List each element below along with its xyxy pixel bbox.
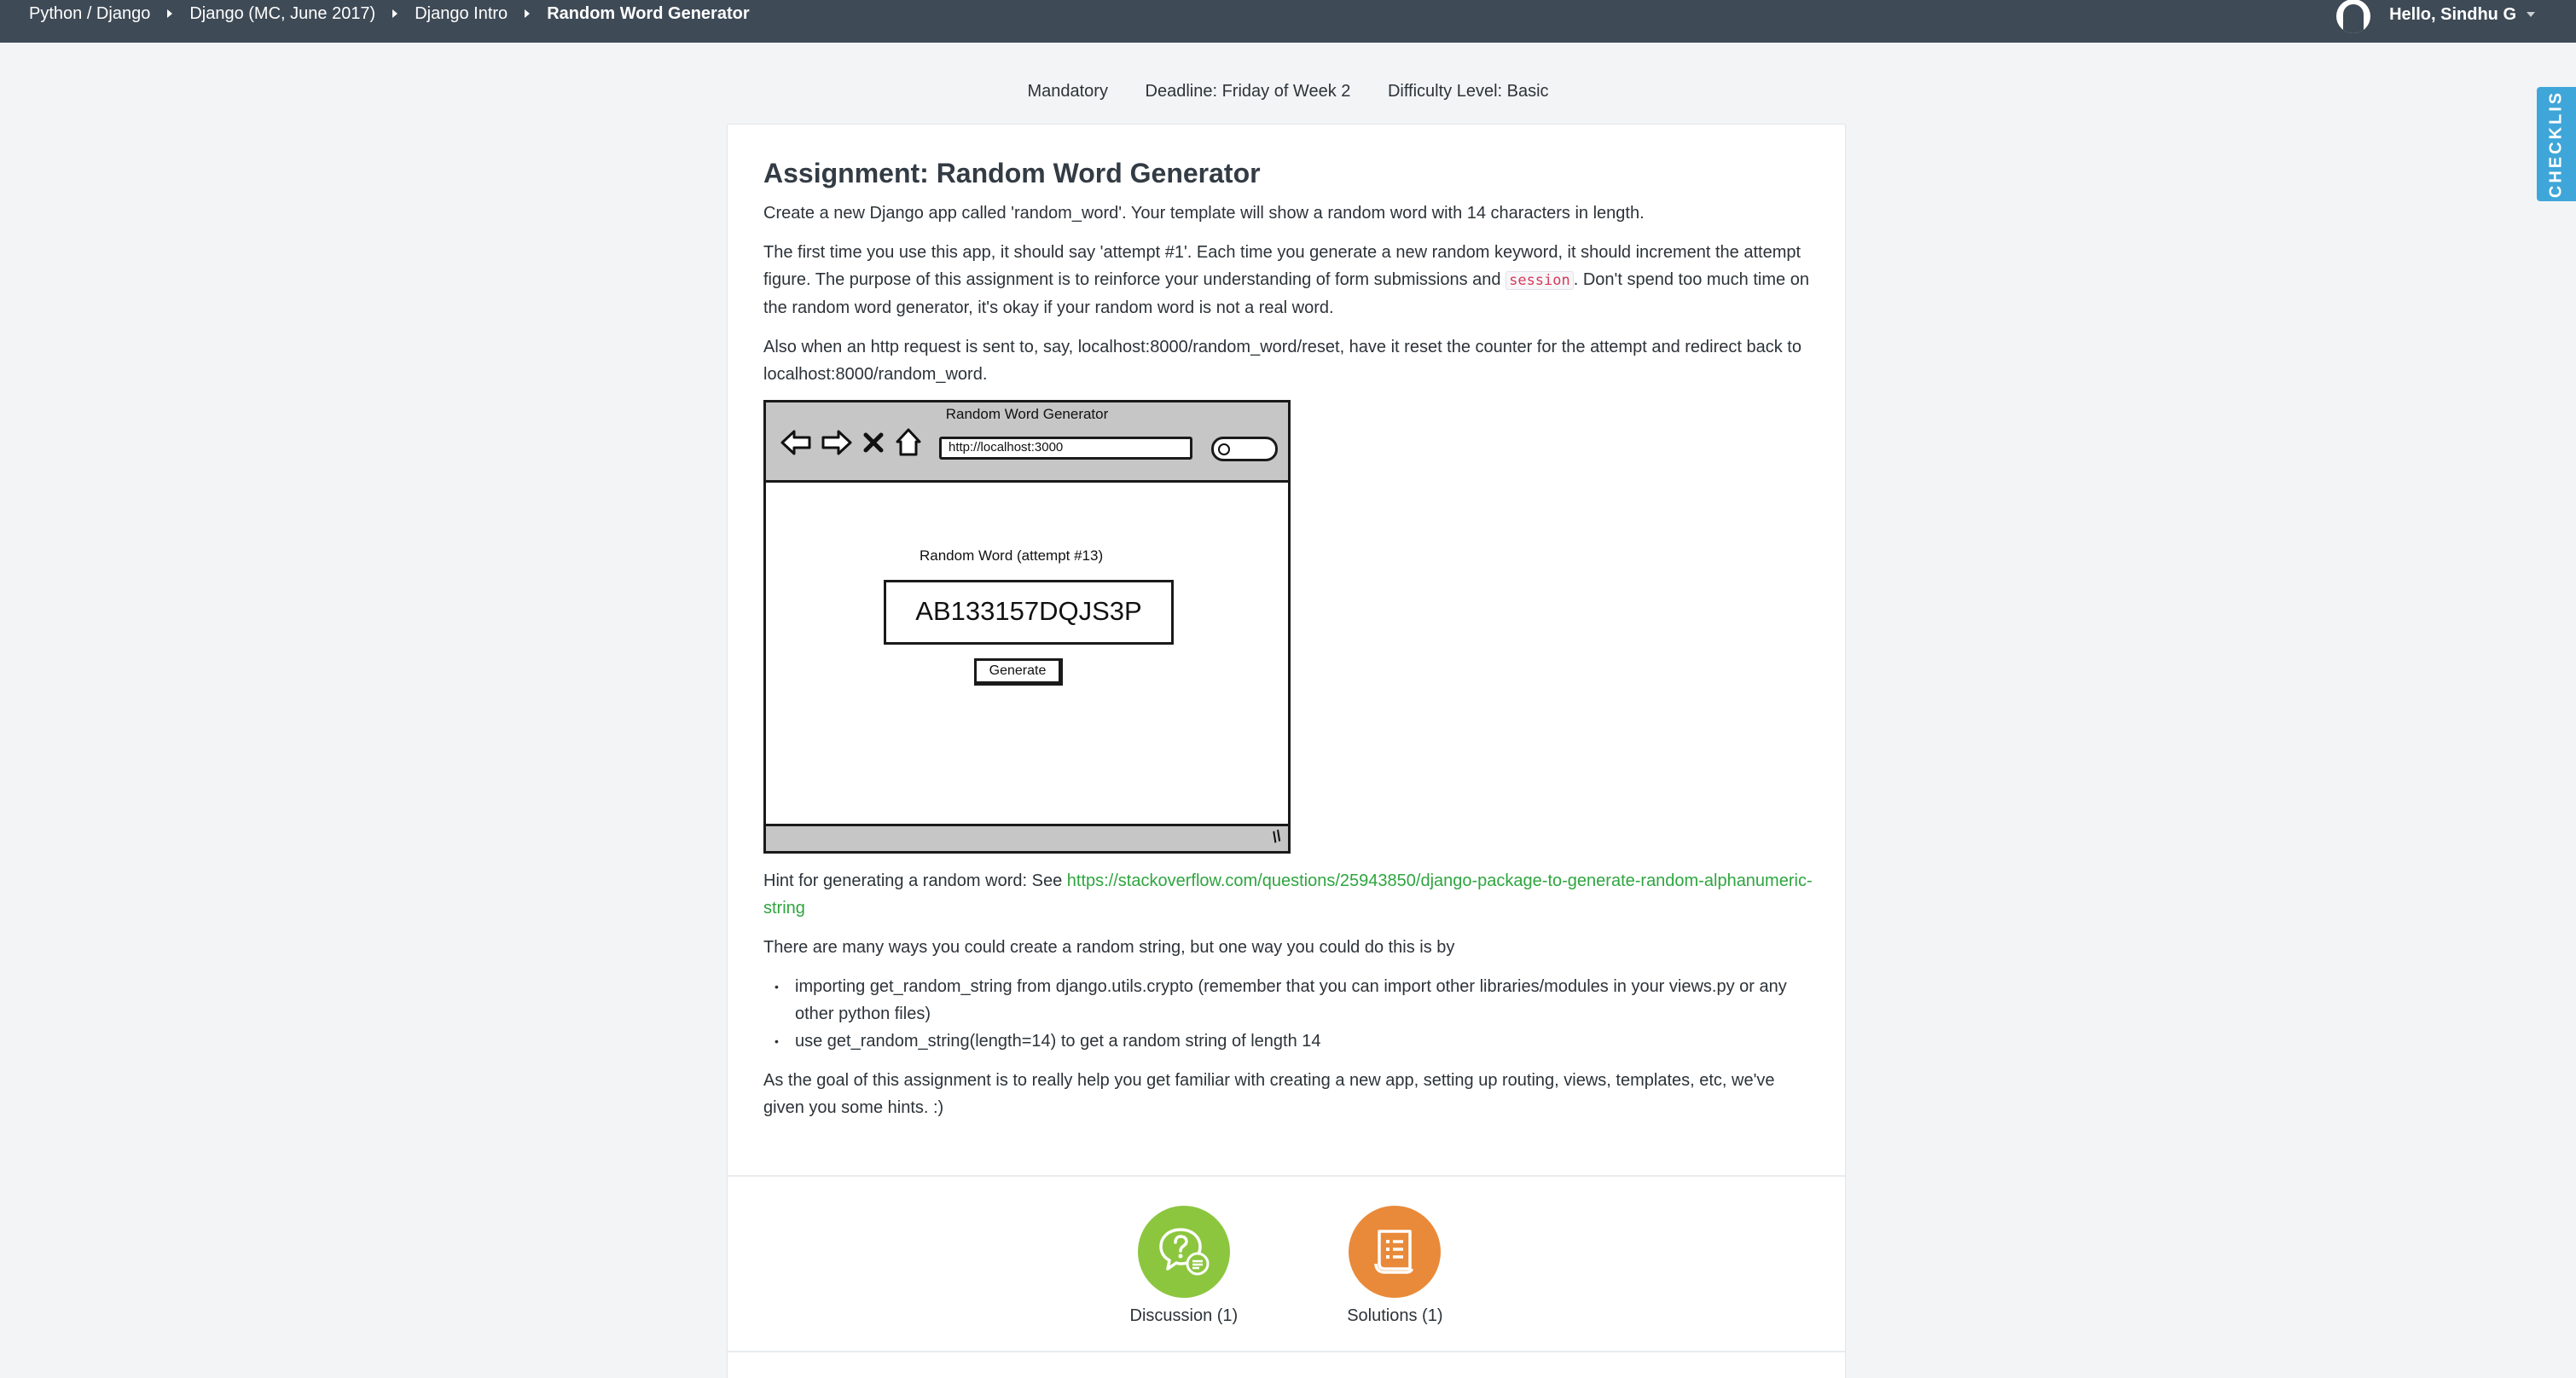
solutions-label[interactable]: Solutions (1) [1347, 1306, 1442, 1326]
user-greeting[interactable]: Hello, Sindhu G [2389, 5, 2516, 25]
resize-grip-icon: // [1269, 827, 1284, 847]
discussion-icon[interactable] [1137, 1206, 1230, 1298]
user-menu[interactable]: Hello, Sindhu G [2336, 0, 2535, 33]
breadcrumb-separator-icon [525, 9, 531, 18]
closing-paragraph: As the goal of this assignment is to rea… [763, 1071, 1775, 1118]
document-icon [1374, 1230, 1414, 1274]
top-navigation-bar: Python / Django Django (MC, June 2017) D… [0, 0, 2576, 43]
checklist-tab-label: CHECKLIS [2546, 90, 2566, 199]
breadcrumb-item-django-mc[interactable]: Django (MC, June 2017) [189, 4, 375, 24]
solutions-icon[interactable] [1349, 1206, 1442, 1298]
assignment-actions: Discussion (1) Solutions (1) [728, 1206, 1845, 1326]
mockup-random-word: AB133157DQJS3P [884, 580, 1174, 646]
wireframe-mockup-image: Random Word Generator http://localhost:3… [763, 400, 1291, 854]
assignment-title: Assignment: Random Word Generator [763, 158, 1261, 188]
assignment-intro: Create a new Django app called 'random_w… [763, 204, 1645, 223]
session-keyword: session [1506, 271, 1574, 291]
hint-list-item: importing get_random_string from django.… [775, 973, 1813, 1028]
checklist-tab[interactable]: CHECKLIS [2537, 87, 2576, 201]
mockup-window-title: Random Word Generator [945, 406, 1109, 423]
close-icon [863, 432, 884, 453]
breadcrumb-current: Random Word Generator [547, 3, 750, 23]
mockup-search-icon [1211, 437, 1278, 462]
hint-list-item: use get_random_string(length=14) to get … [775, 1028, 1813, 1055]
avatar-icon [2336, 0, 2371, 33]
divider [728, 1351, 1845, 1352]
mockup-nav-icons [780, 426, 923, 459]
chevron-down-icon[interactable] [2527, 12, 2535, 17]
hint-list: importing get_random_string from django.… [775, 973, 1813, 1055]
difficulty-label: Difficulty Level: Basic [1387, 82, 1549, 101]
back-arrow-icon [780, 430, 811, 455]
mockup-url-bar: http://localhost:3000 [939, 437, 1192, 460]
discussion-button[interactable]: Discussion (1) [1130, 1206, 1239, 1326]
mockup-generate-button: Generate [974, 658, 1063, 686]
mandatory-label: Mandatory [1027, 82, 1108, 101]
mockup-status-bar: // [766, 824, 1288, 852]
breadcrumb: Python / Django Django (MC, June 2017) D… [29, 0, 750, 27]
assignment-content: Assignment: Random Word Generator Create… [763, 157, 1813, 1133]
assignment-reset-note: Also when an http request is sent to, sa… [763, 338, 1801, 385]
home-icon [896, 428, 921, 456]
breadcrumb-item-django-intro[interactable]: Django Intro [415, 4, 508, 24]
breadcrumb-item-python-django[interactable]: Python / Django [29, 4, 150, 24]
assignment-meta: Mandatory Deadline: Friday of Week 2 Dif… [0, 82, 2576, 101]
assignment-description: The first time you use this app, it shou… [763, 239, 1813, 321]
mockup-browser-chrome: Random Word Generator http://localhost:3… [766, 402, 1288, 483]
assignment-card: Assignment: Random Word Generator Create… [727, 124, 1846, 1378]
solutions-button[interactable]: Solutions (1) [1347, 1206, 1442, 1326]
discussion-label[interactable]: Discussion (1) [1130, 1306, 1239, 1326]
deadline-label: Deadline: Friday of Week 2 [1145, 82, 1351, 101]
divider [728, 1175, 1845, 1177]
forward-arrow-icon [821, 430, 852, 455]
question-bubble-icon [1159, 1228, 1210, 1276]
breadcrumb-separator-icon [392, 9, 398, 18]
ways-paragraph: There are many ways you could create a r… [763, 938, 1455, 958]
hint-paragraph: Hint for generating a random word: See h… [763, 867, 1813, 922]
mockup-attempt-label: Random Word (attempt #13) [920, 547, 1104, 565]
breadcrumb-separator-icon [167, 9, 173, 18]
hint-text: Hint for generating a random word: See [763, 871, 1067, 891]
